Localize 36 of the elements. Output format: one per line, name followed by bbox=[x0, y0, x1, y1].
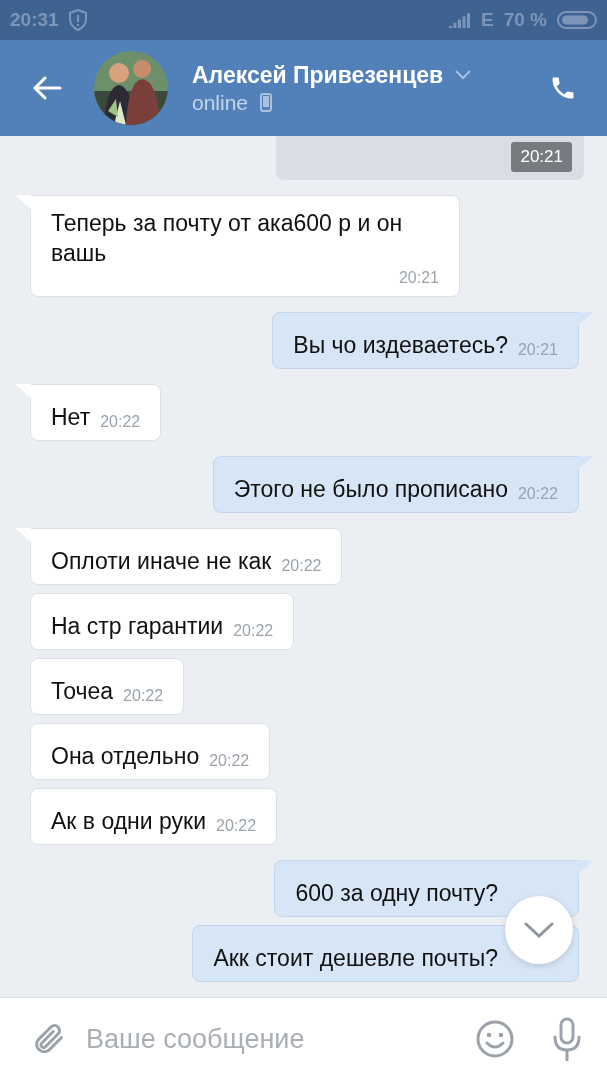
media-message[interactable]: 20:21 bbox=[276, 136, 584, 180]
message-time: 20:22 bbox=[100, 412, 141, 432]
message-text: Она отдельно bbox=[51, 742, 200, 771]
message-time: 20:21 bbox=[517, 340, 558, 360]
message-time: 20:22 bbox=[123, 686, 164, 706]
message-time: 20:21 bbox=[398, 268, 439, 288]
message-time: 20:21 bbox=[511, 142, 572, 172]
emoji-icon[interactable] bbox=[475, 1019, 515, 1059]
message-time: 20:22 bbox=[233, 621, 274, 641]
message-text: Ак в одни руки bbox=[51, 807, 206, 836]
message-time: 20:22 bbox=[517, 484, 558, 504]
message-text: Этого не было прописано bbox=[233, 475, 508, 504]
back-button[interactable] bbox=[32, 75, 62, 101]
message-time: 20:22 bbox=[216, 816, 257, 836]
message-text: 600 за одну почту? bbox=[295, 879, 498, 908]
online-status: online bbox=[192, 90, 249, 115]
message-text: Акк стоит дешевле почты? bbox=[213, 944, 498, 973]
message-time: 20:22 bbox=[281, 556, 322, 576]
phone-icon bbox=[260, 93, 273, 112]
message-text: Точеа bbox=[51, 677, 114, 706]
battery-level: 70 % bbox=[503, 9, 547, 31]
chevron-down-icon[interactable] bbox=[455, 70, 472, 80]
message-text: На стр гарантии bbox=[51, 612, 224, 641]
message-time: 20:22 bbox=[209, 751, 250, 771]
message-text: Вы чо издеваетесь? bbox=[293, 331, 508, 360]
shield-alert-icon bbox=[68, 9, 87, 31]
chevron-down-icon bbox=[524, 922, 554, 938]
signal-icon bbox=[449, 12, 471, 28]
message-text: Теперь за почту от ака600 р и он вашь bbox=[51, 209, 404, 268]
message-text: Оплоти иначе не как bbox=[51, 547, 272, 576]
status-time: 20:31 bbox=[10, 9, 59, 31]
network-type: E bbox=[481, 9, 494, 31]
battery-icon bbox=[557, 10, 597, 30]
contact-name: Алексей Привезенцев bbox=[192, 61, 444, 89]
message-text: Нет bbox=[51, 403, 91, 432]
microphone-icon[interactable] bbox=[551, 1017, 583, 1061]
